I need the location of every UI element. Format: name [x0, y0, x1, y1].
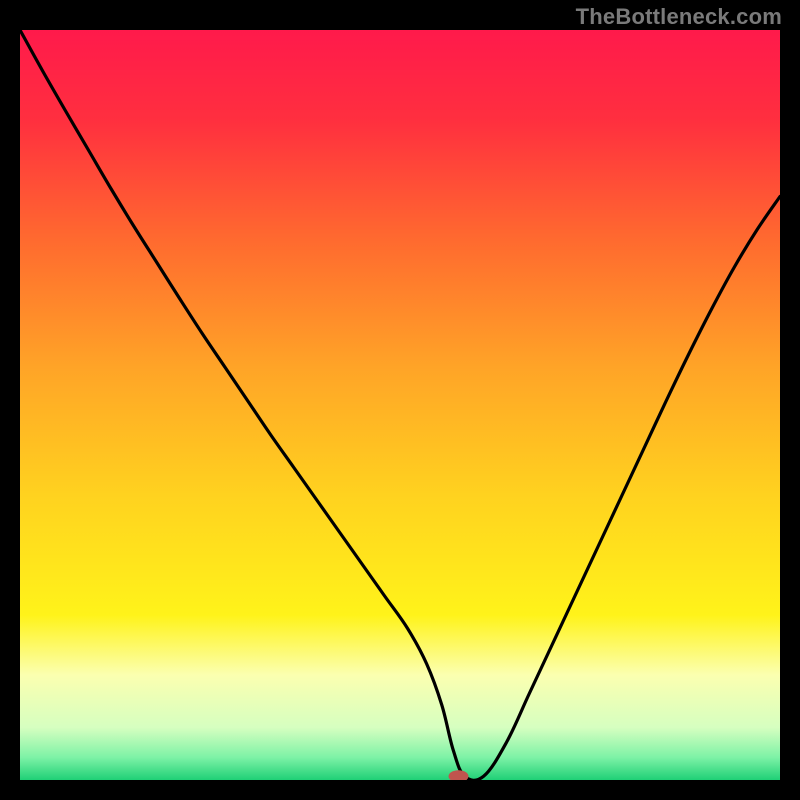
watermark-text: TheBottleneck.com — [576, 4, 782, 30]
chart-svg — [20, 30, 780, 780]
chart-frame: TheBottleneck.com — [0, 0, 800, 800]
bottleneck-chart — [20, 30, 780, 780]
